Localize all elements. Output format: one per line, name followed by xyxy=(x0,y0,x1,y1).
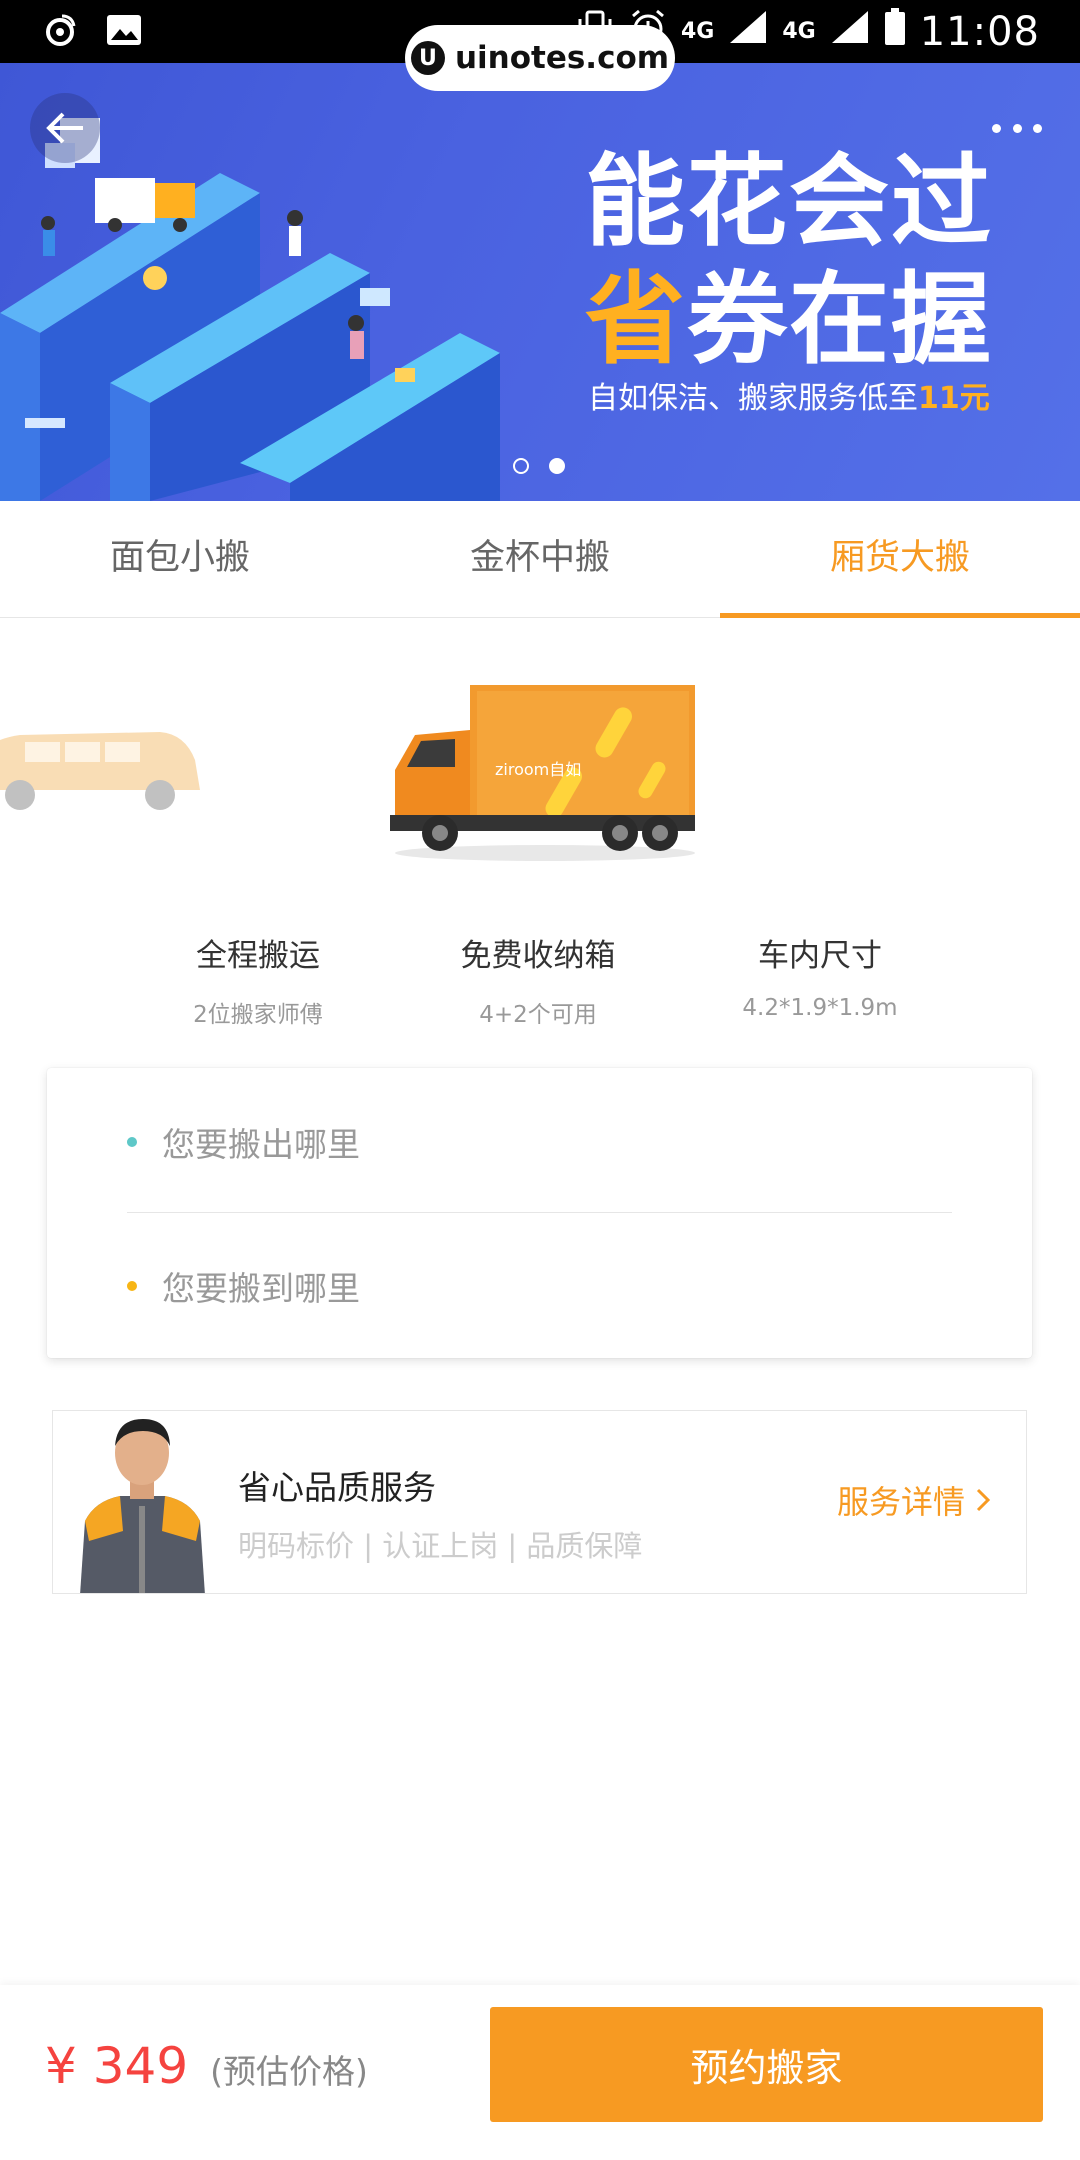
image-notification-icon xyxy=(104,10,144,50)
arrow-left-icon xyxy=(46,112,83,144)
service-details-label: 服务详情 xyxy=(836,1483,965,1521)
move-from-placeholder: 您要搬出哪里 xyxy=(162,1125,360,1164)
promo-banner[interactable]: 能花会过 省券在握 自如保洁、搬家服务低至11元 xyxy=(0,63,1080,501)
network-type-label-2: 4G xyxy=(782,18,816,44)
move-to-field[interactable]: 您要搬到哪里 xyxy=(127,1262,360,1310)
service-subtitle: 明码标价 | 认证上岗 | 品质保障 xyxy=(238,1529,643,1563)
signal-icon-2 xyxy=(830,9,870,54)
more-dots-icon xyxy=(992,123,1001,133)
tab-medium-van[interactable]: 金杯中搬 xyxy=(360,501,720,617)
network-type-label: 4G xyxy=(680,18,715,44)
banner-subtitle-price: 11元 xyxy=(918,381,990,416)
estimated-price: ¥ 349 (预估价格) xyxy=(45,2037,368,2095)
bottom-action-bar: ¥ 349 (预估价格) 预约搬家 xyxy=(0,1985,1080,2160)
feature-subtitle: 4.2*1.9*1.9m xyxy=(742,995,898,1021)
vehicle-tabs: 面包小搬 金杯中搬 厢货大搬 xyxy=(0,501,1080,618)
headline-line-2: 省券在握 xyxy=(585,261,1045,379)
banner-subtitle-text: 自如保洁、搬家服务低至 xyxy=(588,381,918,416)
truck-image: ziroom自如 xyxy=(390,685,695,861)
move-to-placeholder: 您要搬到哪里 xyxy=(162,1269,360,1308)
carousel-indicator xyxy=(513,458,565,474)
worker-avatar xyxy=(80,1419,205,1593)
van-image xyxy=(0,732,200,810)
address-card: 您要搬出哪里 您要搬到哪里 xyxy=(47,1068,1032,1358)
truck-brand-text: ziroom自如 xyxy=(495,760,581,779)
book-move-button[interactable]: 预约搬家 xyxy=(490,2007,1043,2122)
vehicle-carousel[interactable]: ziroom自如 xyxy=(0,640,1080,880)
banner-headline: 能花会过 省券在握 xyxy=(585,143,1045,379)
service-title: 省心品质服务 xyxy=(238,1468,436,1507)
price-note: (预估价格) xyxy=(210,2052,368,2091)
feature-title: 全程搬运 xyxy=(196,938,320,974)
origin-dot-icon xyxy=(127,1137,137,1147)
carousel-dot-active[interactable] xyxy=(549,458,565,474)
feature-storage-box: 免费收纳箱 4+2个可用 xyxy=(398,930,678,1029)
banner-subtitle: 自如保洁、搬家服务低至11元 xyxy=(588,373,990,417)
destination-dot-icon xyxy=(127,1281,137,1291)
feature-title: 车内尺寸 xyxy=(758,938,882,974)
feature-carry: 全程搬运 2位搬家师傅 xyxy=(118,930,398,1029)
tab-small-van[interactable]: 面包小搬 xyxy=(0,501,360,617)
weibo-notification-icon xyxy=(40,10,80,50)
move-from-field[interactable]: 您要搬出哪里 xyxy=(127,1118,360,1166)
service-details-link[interactable]: 服务详情 xyxy=(837,1477,991,1523)
price-value: ¥ 349 xyxy=(45,2037,189,2095)
chevron-right-icon xyxy=(976,1488,991,1512)
headline-highlight: 省 xyxy=(585,261,687,378)
more-button[interactable] xyxy=(992,118,1042,138)
clock: 11:08 xyxy=(919,8,1040,55)
feature-title: 免费收纳箱 xyxy=(460,938,616,974)
feature-subtitle: 4+2个可用 xyxy=(479,1002,597,1028)
carousel-dot[interactable] xyxy=(513,458,529,474)
back-button[interactable] xyxy=(30,93,100,163)
signal-icon xyxy=(728,9,768,54)
battery-icon xyxy=(884,8,906,55)
watermark-logo: U xyxy=(410,41,445,75)
service-card[interactable]: 省心品质服务 明码标价 | 认证上岗 | 品质保障 服务详情 xyxy=(52,1410,1027,1594)
watermark-badge: U uinotes.com xyxy=(405,25,675,91)
watermark-text: uinotes.com xyxy=(454,40,670,76)
address-divider xyxy=(127,1212,952,1213)
headline-rest: 券在握 xyxy=(687,261,993,378)
headline-line-1: 能花会过 xyxy=(585,143,993,260)
feature-subtitle: 2位搬家师傅 xyxy=(193,1002,323,1028)
feature-cargo-size: 车内尺寸 4.2*1.9*1.9m xyxy=(680,930,960,1021)
tab-large-truck[interactable]: 厢货大搬 xyxy=(720,501,1080,618)
